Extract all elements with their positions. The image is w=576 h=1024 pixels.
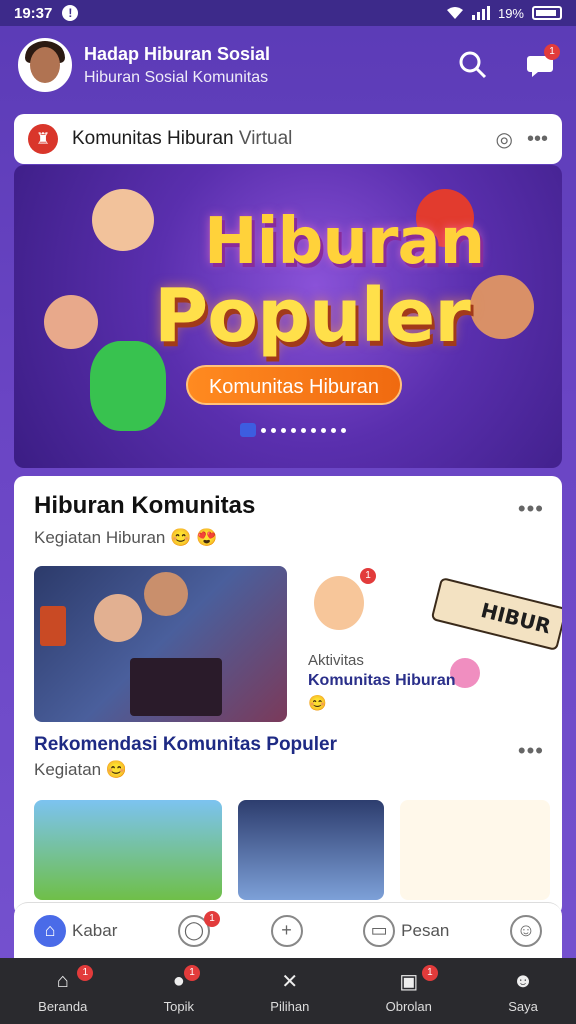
thumbnail-3[interactable] (400, 800, 550, 900)
messages-badge: 1 (544, 44, 560, 60)
avatar[interactable] (18, 38, 72, 92)
profile-icon: ☻ (512, 970, 534, 992)
chat-bubble-icon[interactable]: ◎ (496, 127, 513, 152)
side-text-1: Aktivitas (308, 652, 364, 669)
section-title: Hiburan Komunitas (34, 492, 256, 519)
thumbnail-2[interactable] (238, 800, 384, 900)
nav-obrolan[interactable]: ▣ 1 Obrolan (385, 964, 438, 1014)
nav-topik[interactable]: ● 1 Topik (163, 964, 200, 1014)
nav-beranda[interactable]: ⌂ 1 Beranda (38, 964, 94, 1014)
signal-icon (471, 6, 490, 20)
nav-label-beranda: Beranda (38, 998, 88, 1014)
cartoon-girl-image (44, 295, 98, 349)
home-icon: ⌂ (34, 914, 66, 947)
tab-chat-badge: 1 (203, 910, 220, 927)
section2-more-icon[interactable]: ••• (518, 738, 544, 764)
side-text-3: 😊 (308, 695, 327, 712)
tab-add[interactable]: + (270, 914, 303, 947)
section-more-icon[interactable]: ••• (518, 496, 544, 522)
topic-title-suffix: Virtual (238, 128, 293, 149)
thumbnail-1[interactable] (34, 800, 222, 900)
chat-bubble-icon: ▣ (399, 971, 419, 993)
messages-button[interactable]: 1 (524, 44, 560, 82)
search-icon (459, 51, 487, 79)
nav-label-saya: Saya (508, 998, 538, 1014)
cartoon-image (314, 576, 364, 630)
app-title: Hadap Hiburan Sosial (84, 43, 271, 64)
section2-title: Rekomendasi Komunitas Populer (34, 734, 338, 755)
section2-subtitle: Kegiatan 😊 (34, 760, 128, 779)
feed-card: Hiburan Komunitas ••• Kegiatan Hiburan 😊… (14, 476, 562, 916)
tab-pesan-label: Pesan (401, 920, 450, 940)
cartoon-kid-image (92, 189, 154, 251)
cartoon-boy-image (470, 275, 534, 339)
community-logo-icon: ♜ (28, 124, 58, 154)
nav-badge-2: 1 (183, 964, 200, 981)
battery-percent: 19% (497, 5, 524, 21)
nav-saya[interactable]: ☻ Saya (508, 969, 538, 1014)
nav-label-obrolan: Obrolan (385, 998, 432, 1014)
tab-chat[interactable]: ◯ 1 (177, 910, 220, 947)
tab-kabar[interactable]: ⌂ Kabar (34, 914, 118, 947)
search-button[interactable] (456, 48, 490, 82)
message-icon: ▭ (363, 914, 396, 947)
banner-title-2: Populer (154, 273, 471, 359)
side-text-2: Komunitas Hiburan (308, 672, 456, 689)
status-bar: 19:37 ! 19% (0, 0, 576, 26)
topic-title: Komunitas Hiburan Virtual (72, 128, 292, 150)
nav-label-pilihan: Pilihan (270, 998, 310, 1014)
topic-bar[interactable]: ♜ Komunitas Hiburan Virtual ◎ ••• (14, 114, 562, 164)
wifi-icon (446, 7, 463, 19)
nav-badge-3: 1 (421, 964, 438, 981)
hero-banner[interactable]: Hiburan Populer Komunitas Hiburan (14, 165, 562, 468)
side-post[interactable]: 1 HIBUR Aktivitas Komunitas Hiburan 😊 (304, 566, 562, 726)
battery-icon (532, 6, 562, 20)
app-header: Hadap Hiburan Sosial Hiburan Sosial Komu… (0, 26, 576, 104)
profile-icon: ☺ (509, 914, 542, 947)
feature-photo[interactable] (34, 566, 287, 722)
nav-label-topik: Topik (163, 998, 194, 1014)
carousel-dots[interactable] (240, 423, 346, 437)
section-subtitle: Kegiatan Hiburan 😊 😍 (34, 528, 218, 547)
home-icon: ⌂ (56, 970, 69, 992)
app-subtitle: Hiburan Sosial Komunitas (84, 68, 269, 86)
nav-pilihan[interactable]: ✕ Pilihan (270, 969, 309, 1014)
tab-profile[interactable]: ☺ (509, 914, 542, 947)
add-icon: + (270, 914, 303, 947)
topic-title-main: Komunitas Hiburan (72, 128, 234, 149)
action-tab-bar: ⌂ Kabar ◯ 1 + ▭ Pesan ☺ (14, 902, 562, 958)
tab-kabar-label: Kabar (72, 920, 118, 940)
banner-cta-button[interactable]: Komunitas Hiburan (186, 365, 402, 405)
banner-title-1: Hiburan (204, 205, 485, 279)
nav-badge-1: 1 (77, 964, 94, 981)
bottom-navigation: ⌂ 1 Beranda ● 1 Topik ✕ Pilihan ▣ 1 Obrolan ☻ Sa… (0, 958, 576, 1024)
more-icon[interactable]: ••• (527, 128, 548, 151)
notification-icon: ! (62, 5, 79, 21)
sticker-banner: HIBUR (430, 576, 562, 652)
status-time: 19:37 (14, 4, 53, 22)
explore-icon: ✕ (281, 971, 299, 993)
tab-pesan[interactable]: ▭ Pesan (363, 914, 450, 947)
side-badge: 1 (360, 568, 376, 584)
